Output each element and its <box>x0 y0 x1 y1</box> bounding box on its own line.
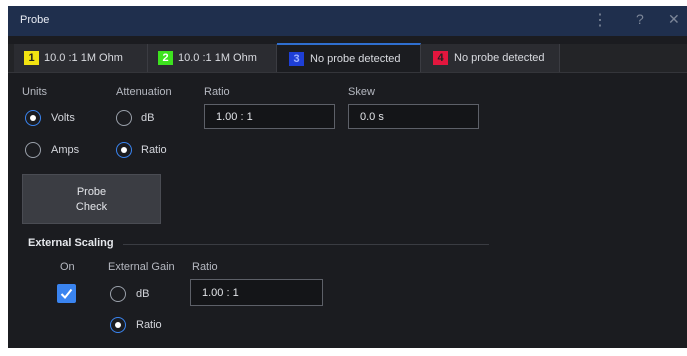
tab-channel-3-label: No probe detected <box>310 53 401 65</box>
units-volts-radio[interactable] <box>25 110 41 126</box>
channel-1-badge: 1 <box>24 51 39 65</box>
external-gain-db-label: dB <box>136 288 150 300</box>
skew-input[interactable]: 0.0 s <box>348 104 479 129</box>
kebab-icon[interactable]: ⋮ <box>592 10 608 30</box>
channel-tab-bar: 1 10.0 :1 1M Ohm 2 10.0 :1 1M Ohm 3 No p… <box>8 43 687 73</box>
tab-channel-4-label: No probe detected <box>454 52 545 64</box>
external-scaling-checkbox[interactable] <box>57 284 76 303</box>
ratio-value: 1.00 : 1 <box>216 111 253 123</box>
probe-check-line2: Check <box>75 201 108 213</box>
probe-check-line1: Probe <box>76 186 107 198</box>
attenuation-ratio-label: Ratio <box>141 144 167 156</box>
tab-channel-2[interactable]: 2 10.0 :1 1M Ohm <box>148 44 277 72</box>
on-label: On <box>60 261 75 273</box>
attenuation-db-radio[interactable] <box>116 110 132 126</box>
tab-channel-1[interactable]: 1 10.0 :1 1M Ohm <box>14 44 148 72</box>
external-gain-ratio-radio[interactable] <box>110 317 126 333</box>
units-amps-radio[interactable] <box>25 142 41 158</box>
external-gain-db-radio[interactable] <box>110 286 126 302</box>
channel-2-badge: 2 <box>158 51 173 65</box>
attenuation-db-label: dB <box>141 112 155 124</box>
units-label: Units <box>22 86 48 98</box>
ratio-label: Ratio <box>204 86 230 98</box>
attenuation-ratio-radio[interactable] <box>116 142 132 158</box>
tab-channel-3[interactable]: 3 No probe detected <box>277 43 421 72</box>
external-ratio-label: Ratio <box>192 261 218 273</box>
channel-3-badge: 3 <box>289 52 304 66</box>
skew-value: 0.0 s <box>360 111 384 123</box>
tab-channel-4[interactable]: 4 No probe detected <box>421 44 560 72</box>
tab-channel-1-label: 10.0 :1 1M Ohm <box>44 52 123 64</box>
title-bar: Probe ⋮ ? ✕ <box>8 6 687 36</box>
units-amps-label: Amps <box>51 144 80 156</box>
probe-dialog: Probe ⋮ ? ✕ 1 10.0 :1 1M Ohm 2 10.0 :1 1… <box>8 6 687 348</box>
external-ratio-value: 1.00 : 1 <box>202 287 239 299</box>
external-gain-label: External Gain <box>108 261 175 273</box>
probe-check-button[interactable]: Probe Check <box>22 174 161 224</box>
units-volts-label: Volts <box>51 112 75 124</box>
dialog-title: Probe <box>20 14 50 26</box>
attenuation-label: Attenuation <box>116 86 172 98</box>
channel-4-badge: 4 <box>433 51 448 65</box>
external-ratio-input[interactable]: 1.00 : 1 <box>190 279 323 306</box>
checkmark-icon <box>60 288 73 299</box>
ratio-input[interactable]: 1.00 : 1 <box>204 104 335 129</box>
help-icon[interactable]: ? <box>636 11 644 27</box>
external-gain-ratio-label: Ratio <box>136 319 162 331</box>
external-scaling-title: External Scaling <box>28 237 114 249</box>
tab-channel-2-label: 10.0 :1 1M Ohm <box>178 52 257 64</box>
section-divider <box>123 244 489 245</box>
close-icon[interactable]: ✕ <box>668 11 680 28</box>
skew-label: Skew <box>348 86 375 98</box>
